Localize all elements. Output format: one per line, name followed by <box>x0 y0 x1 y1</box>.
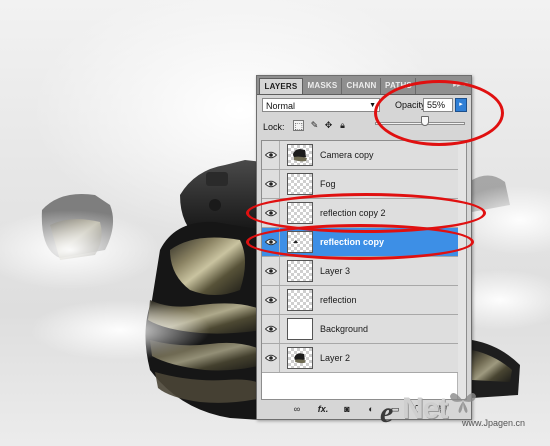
lock-brush-icon[interactable]: ✎ <box>309 120 320 131</box>
layer-visibility-toggle[interactable] <box>262 141 280 169</box>
watermark-net: Net <box>402 392 448 425</box>
eye-icon <box>265 151 277 159</box>
layer-row[interactable]: reflection <box>262 286 458 315</box>
layer-visibility-toggle[interactable] <box>262 286 280 314</box>
link-icon[interactable]: ∞ <box>291 404 303 415</box>
layer-name: Layer 3 <box>320 266 351 276</box>
layer-visibility-toggle[interactable] <box>262 315 280 343</box>
layer-name: Layer 2 <box>320 353 351 363</box>
layer-name: Camera copy <box>320 150 374 160</box>
eye-icon <box>265 267 277 275</box>
layer-name: Background <box>320 324 369 334</box>
layer-row[interactable]: Layer 3 <box>262 257 458 286</box>
tab-channels[interactable]: CHANN <box>343 78 381 94</box>
tab-layers[interactable]: LAYERS <box>259 78 303 94</box>
fx-icon[interactable]: fx. <box>317 404 329 415</box>
layer-row[interactable]: Background <box>262 315 458 344</box>
tab-masks[interactable]: MASKS <box>304 78 342 94</box>
fog-shape <box>30 300 210 360</box>
reflection-copy-annotation-ellipse <box>246 224 474 260</box>
blend-mode-select[interactable]: Normal ▼ <box>262 98 380 112</box>
layer-visibility-toggle[interactable] <box>262 344 280 372</box>
lock-move-icon[interactable]: ✥ <box>323 120 334 131</box>
eye-icon <box>265 180 277 188</box>
layer-thumbnail <box>287 289 313 311</box>
layer-thumbnail <box>287 347 313 369</box>
layer-thumbnail <box>287 173 313 195</box>
layer-visibility-toggle[interactable] <box>262 170 280 198</box>
camera-thumbnail-image <box>294 353 306 364</box>
eye-icon <box>265 325 277 333</box>
opacity-annotation-ellipse <box>374 80 504 146</box>
lock-transparency-icon[interactable]: ⬚ <box>293 120 304 131</box>
adjustment-icon[interactable]: ◐ <box>365 404 377 415</box>
eye-icon <box>265 354 277 362</box>
layer-thumbnail <box>287 318 313 340</box>
fog-shape <box>0 210 160 290</box>
lock-all-icon[interactable]: 🔒︎ <box>337 120 348 131</box>
watermark-e: e <box>380 396 394 429</box>
layer-thumbnail <box>287 144 313 166</box>
watermark-site: www.Jpagen.cn <box>462 418 526 428</box>
layer-name: reflection <box>320 295 357 305</box>
butterfly-icon <box>450 392 476 413</box>
eye-icon <box>265 296 277 304</box>
layer-visibility-toggle[interactable] <box>262 257 280 285</box>
camera-thumbnail-image <box>293 149 307 162</box>
lock-label: Lock: <box>263 122 285 132</box>
layer-row[interactable]: Layer 2 <box>262 344 458 373</box>
layers-list: Camera copy Fog reflection copy 2 reflectio… <box>261 140 467 400</box>
blend-mode-value: Normal <box>266 101 296 111</box>
watermark: e Net www.Jpagen.cn <box>380 390 548 442</box>
layer-thumbnail <box>287 260 313 282</box>
mask-icon[interactable]: ◙ <box>341 404 353 415</box>
layers-scrollbar[interactable] <box>457 141 466 399</box>
